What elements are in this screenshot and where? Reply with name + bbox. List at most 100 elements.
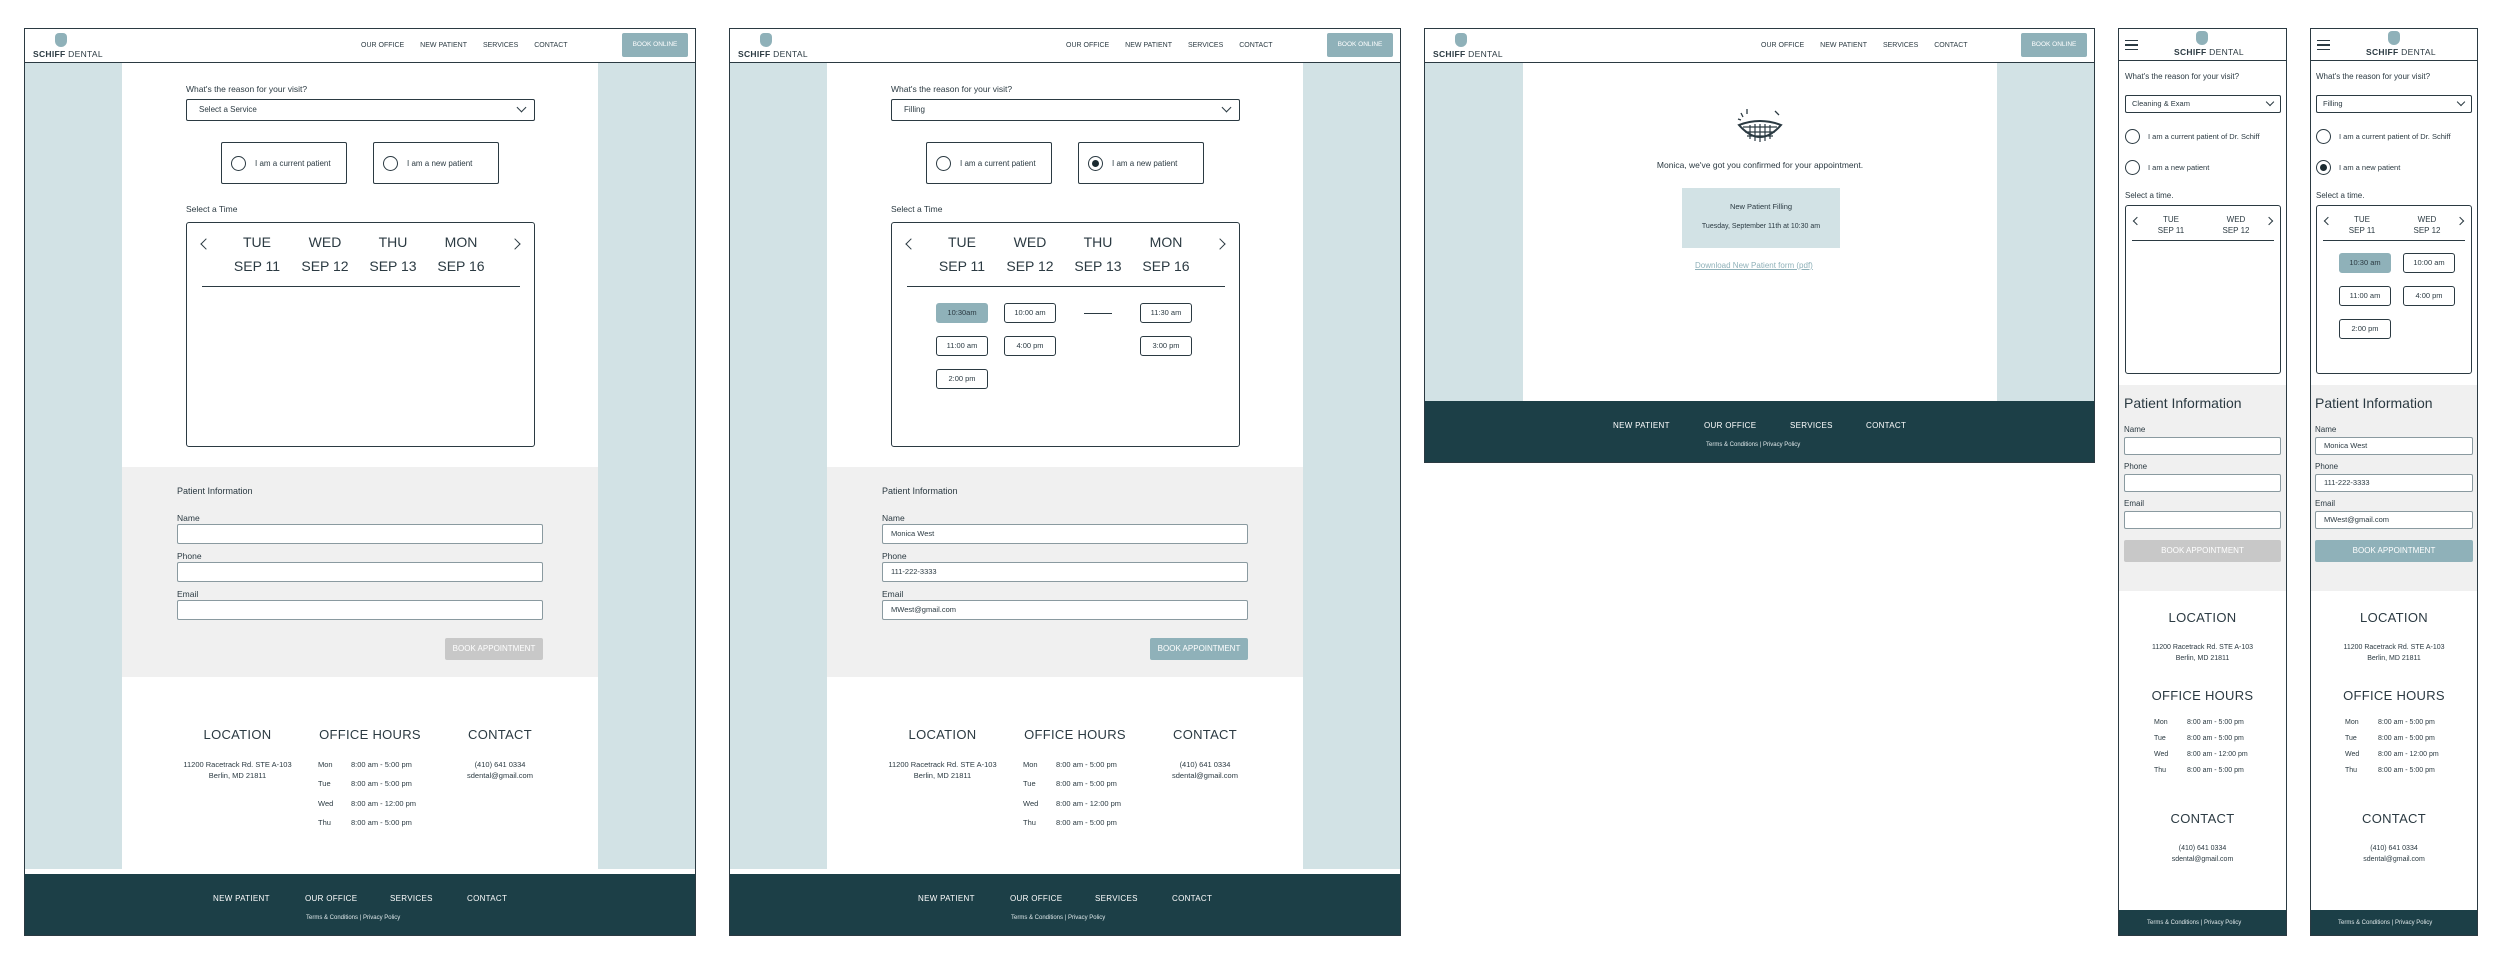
nav-contact[interactable]: CONTACT <box>1934 42 1967 49</box>
time-slot[interactable]: 11:00 am <box>936 336 988 356</box>
day-mon[interactable]: MON SEP 16 <box>431 230 491 278</box>
contact-phone[interactable]: (410) 641 0334 <box>1155 759 1255 770</box>
download-form-link[interactable]: Download New Patient form (pdf) <box>1695 261 1813 270</box>
privacy-link[interactable]: Privacy Policy <box>2395 920 2432 926</box>
name-field[interactable]: Monica West <box>2315 437 2473 455</box>
contact-email[interactable]: sdental@gmail.com <box>1155 770 1255 781</box>
time-slot-selected[interactable]: 10:30 am <box>2339 253 2391 273</box>
contact-email[interactable]: sdental@gmail.com <box>450 770 550 781</box>
nav-services[interactable]: SERVICES <box>1188 42 1223 49</box>
radio-new-selected[interactable] <box>2316 160 2331 175</box>
day-tue[interactable]: TUE SEP 11 <box>2151 214 2191 236</box>
day-tue[interactable]: TUE SEP 11 <box>2342 214 2382 236</box>
day-wed[interactable]: WED SEP 12 <box>295 230 355 278</box>
prev-arrow-icon[interactable] <box>200 238 212 250</box>
next-arrow-icon[interactable] <box>2455 216 2465 226</box>
time-slot[interactable]: 4:00 pm <box>2403 286 2455 306</box>
terms-link[interactable]: Terms & Conditions <box>1706 442 1758 448</box>
phone-field[interactable] <box>177 562 543 582</box>
radio-current[interactable] <box>2316 129 2331 144</box>
footer-nav-new-patient[interactable]: NEW PATIENT <box>918 894 975 903</box>
day-wed[interactable]: WED SEP 12 <box>1000 230 1060 278</box>
email-field[interactable] <box>177 600 543 620</box>
privacy-link[interactable]: Privacy Policy <box>1763 442 1800 448</box>
phone-field[interactable] <box>2124 474 2281 492</box>
day-wed[interactable]: WED SEP 12 <box>2407 214 2447 236</box>
book-appointment-button[interactable]: BOOK APPOINTMENT <box>1150 638 1248 660</box>
radio-new[interactable] <box>2125 160 2140 175</box>
nav-our-office[interactable]: OUR OFFICE <box>361 42 404 49</box>
logo[interactable]: SCHIFF DENTAL <box>738 33 808 61</box>
footer-nav-services[interactable]: SERVICES <box>1790 421 1833 430</box>
logo[interactable]: SCHIFF DENTAL <box>1433 33 1503 61</box>
phone-field[interactable]: 111-222-3333 <box>2315 474 2473 492</box>
book-appointment-button[interactable]: BOOK APPOINTMENT <box>2315 540 2473 562</box>
contact-email[interactable]: sdental@gmail.com <box>2119 854 2286 865</box>
logo[interactable]: SCHIFF DENTAL <box>33 33 103 61</box>
hamburger-icon[interactable] <box>2125 40 2138 50</box>
terms-link[interactable]: Terms & Conditions <box>306 915 358 921</box>
footer-nav-contact[interactable]: CONTACT <box>467 894 507 903</box>
nav-our-office[interactable]: OUR OFFICE <box>1761 42 1804 49</box>
footer-nav-our-office[interactable]: OUR OFFICE <box>305 894 357 903</box>
footer-nav-new-patient[interactable]: NEW PATIENT <box>213 894 270 903</box>
day-mon[interactable]: MON SEP 16 <box>1136 230 1196 278</box>
nav-services[interactable]: SERVICES <box>483 42 518 49</box>
day-thu[interactable]: THU SEP 13 <box>363 230 423 278</box>
prev-arrow-icon[interactable] <box>2132 216 2142 226</box>
email-field[interactable] <box>2124 511 2281 529</box>
hamburger-icon[interactable] <box>2317 40 2330 50</box>
day-tue[interactable]: TUE SEP 11 <box>227 230 287 278</box>
footer-nav-new-patient[interactable]: NEW PATIENT <box>1613 421 1670 430</box>
privacy-link[interactable]: Privacy Policy <box>1068 915 1105 921</box>
footer-nav-services[interactable]: SERVICES <box>390 894 433 903</box>
new-patient-option[interactable]: I am a new patient <box>1078 142 1204 184</box>
footer-nav-services[interactable]: SERVICES <box>1095 894 1138 903</box>
radio-current[interactable] <box>2125 129 2140 144</box>
contact-phone[interactable]: (410) 641 0334 <box>2311 843 2477 854</box>
privacy-link[interactable]: Privacy Policy <box>363 915 400 921</box>
privacy-link[interactable]: Privacy Policy <box>2204 920 2241 926</box>
email-field[interactable]: MWest@gmail.com <box>882 600 1248 620</box>
radio-current[interactable] <box>231 156 246 171</box>
terms-link[interactable]: Terms & Conditions <box>1011 915 1063 921</box>
time-slot[interactable]: 10:00 am <box>1004 303 1056 323</box>
logo[interactable]: SCHIFF DENTAL <box>2174 31 2244 59</box>
book-online-button[interactable]: BOOK ONLINE <box>1327 33 1393 57</box>
footer-nav-contact[interactable]: CONTACT <box>1172 894 1212 903</box>
prev-arrow-icon[interactable] <box>905 238 917 250</box>
time-slot[interactable]: 11:30 am <box>1140 303 1192 323</box>
name-field[interactable] <box>2124 437 2281 455</box>
new-patient-option[interactable]: I am a new patient <box>373 142 499 184</box>
next-arrow-icon[interactable] <box>1214 238 1226 250</box>
contact-phone[interactable]: (410) 641 0334 <box>450 759 550 770</box>
contact-email[interactable]: sdental@gmail.com <box>2311 854 2477 865</box>
terms-link[interactable]: Terms & Conditions <box>2147 920 2199 926</box>
name-field[interactable] <box>177 524 543 544</box>
nav-services[interactable]: SERVICES <box>1883 42 1918 49</box>
next-arrow-icon[interactable] <box>2264 216 2274 226</box>
time-slot[interactable]: 4:00 pm <box>1004 336 1056 356</box>
time-slot[interactable]: 2:00 pm <box>2339 319 2391 339</box>
nav-our-office[interactable]: OUR OFFICE <box>1066 42 1109 49</box>
nav-new-patient[interactable]: NEW PATIENT <box>1820 42 1867 49</box>
book-online-button[interactable]: BOOK ONLINE <box>2021 33 2087 57</box>
time-slot[interactable]: 10:00 am <box>2403 253 2455 273</box>
service-select[interactable]: Filling <box>891 99 1240 121</box>
radio-new[interactable] <box>383 156 398 171</box>
nav-contact[interactable]: CONTACT <box>534 42 567 49</box>
current-patient-option[interactable]: I am a current patient <box>221 142 347 184</box>
service-select[interactable]: Select a Service <box>186 99 535 121</box>
phone-field[interactable]: 111-222-3333 <box>882 562 1248 582</box>
service-select[interactable]: Cleaning & Exam <box>2125 95 2281 113</box>
time-slot[interactable]: 2:00 pm <box>936 369 988 389</box>
contact-phone[interactable]: (410) 641 0334 <box>2119 843 2286 854</box>
next-arrow-icon[interactable] <box>509 238 521 250</box>
terms-link[interactable]: Terms & Conditions <box>2338 920 2390 926</box>
nav-contact[interactable]: CONTACT <box>1239 42 1272 49</box>
service-select[interactable]: Filling <box>2316 95 2472 113</box>
day-tue[interactable]: TUE SEP 11 <box>932 230 992 278</box>
book-appointment-button[interactable]: BOOK APPOINTMENT <box>2124 540 2281 562</box>
time-slot-selected[interactable]: 10:30am <box>936 303 988 323</box>
name-field[interactable]: Monica West <box>882 524 1248 544</box>
